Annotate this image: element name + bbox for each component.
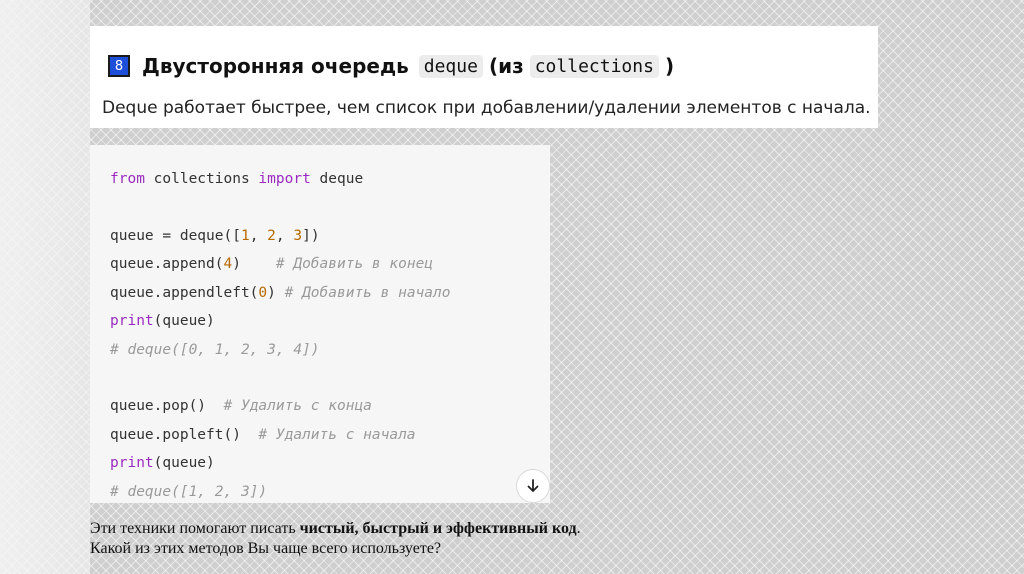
header-card: 8 Двусторонняя очередь deque (из collect… [90,26,878,128]
title-text: Двусторонняя очередь [142,54,409,78]
arrow-down-icon [527,479,539,492]
footer-line-2: Какой из этих методов Вы чаще всего испо… [90,540,442,557]
code-line: print(queue) [110,313,215,329]
inline-code-collections: collections [529,54,659,78]
inline-code-deque: deque [418,54,483,78]
code-line: queue.append(4) # Добавить в конец [110,256,434,272]
code-line: queue.pop() # Удалить с конца [110,398,372,414]
background-panel [0,0,90,574]
title-paren-open: (из [488,54,524,78]
code-line: # deque([0, 1, 2, 3, 4]) [110,342,320,358]
section-title: 8 Двусторонняя очередь deque (из collect… [108,51,674,81]
footer-text: Эти техники помогают писать чистый, быст… [90,519,581,559]
scroll-down-button[interactable] [516,469,550,503]
section-number-badge: 8 [108,55,130,77]
code-block: from collections import deque queue = de… [90,145,550,503]
code-line: from collections import deque [110,171,364,187]
code-line: queue.popleft() # Удалить с начала [110,427,416,443]
code-line: print(queue) [110,455,215,471]
footer-line-1: Эти техники помогают писать чистый, быст… [90,520,581,537]
title-paren-close: ) [664,54,675,78]
code-line: queue.appendleft(0) # Добавить в начало [110,285,451,301]
footer-bold-text: чистый, быстрый и эффективный код [299,520,577,537]
code-line: queue = deque([1, 2, 3]) [110,228,320,244]
code-line: # deque([1, 2, 3]) [110,484,268,500]
section-subtitle: Deque работает быстрее, чем список при д… [102,98,871,118]
